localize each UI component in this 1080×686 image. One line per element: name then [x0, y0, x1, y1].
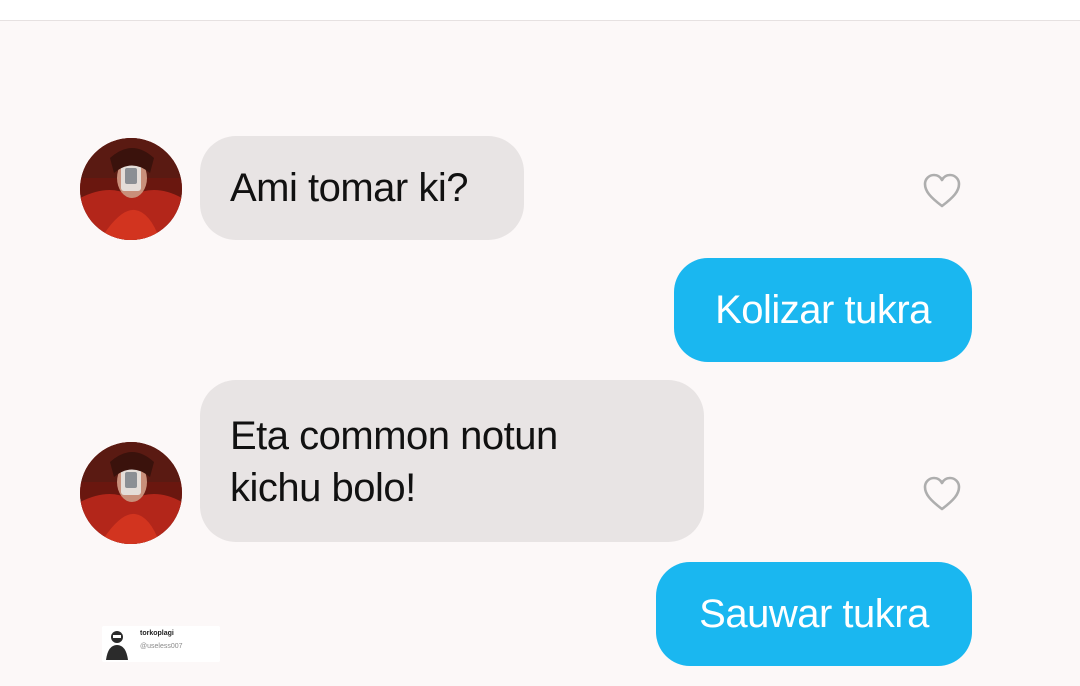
top-bar [0, 0, 1080, 21]
contact-avatar[interactable] [80, 138, 182, 240]
message-bubble-outgoing[interactable]: Sauwar tukra [656, 562, 972, 666]
watermark-name: torkoplagi [140, 630, 174, 637]
message-bubble-incoming[interactable]: Eta common notun kichu bolo! [200, 380, 704, 542]
avatar-image [80, 442, 182, 544]
avatar-image [80, 138, 182, 240]
heart-outline-icon[interactable] [922, 172, 962, 210]
watermark: torkoplagi @useless007 [102, 626, 220, 662]
message-bubble-outgoing[interactable]: Kolizar tukra [674, 258, 972, 362]
message-bubble-incoming[interactable]: Ami tomar ki? [200, 136, 524, 240]
watermark-avatar-icon [106, 631, 128, 660]
watermark-handle: @useless007 [140, 643, 183, 650]
contact-avatar[interactable] [80, 442, 182, 544]
heart-outline-icon[interactable] [922, 475, 962, 513]
